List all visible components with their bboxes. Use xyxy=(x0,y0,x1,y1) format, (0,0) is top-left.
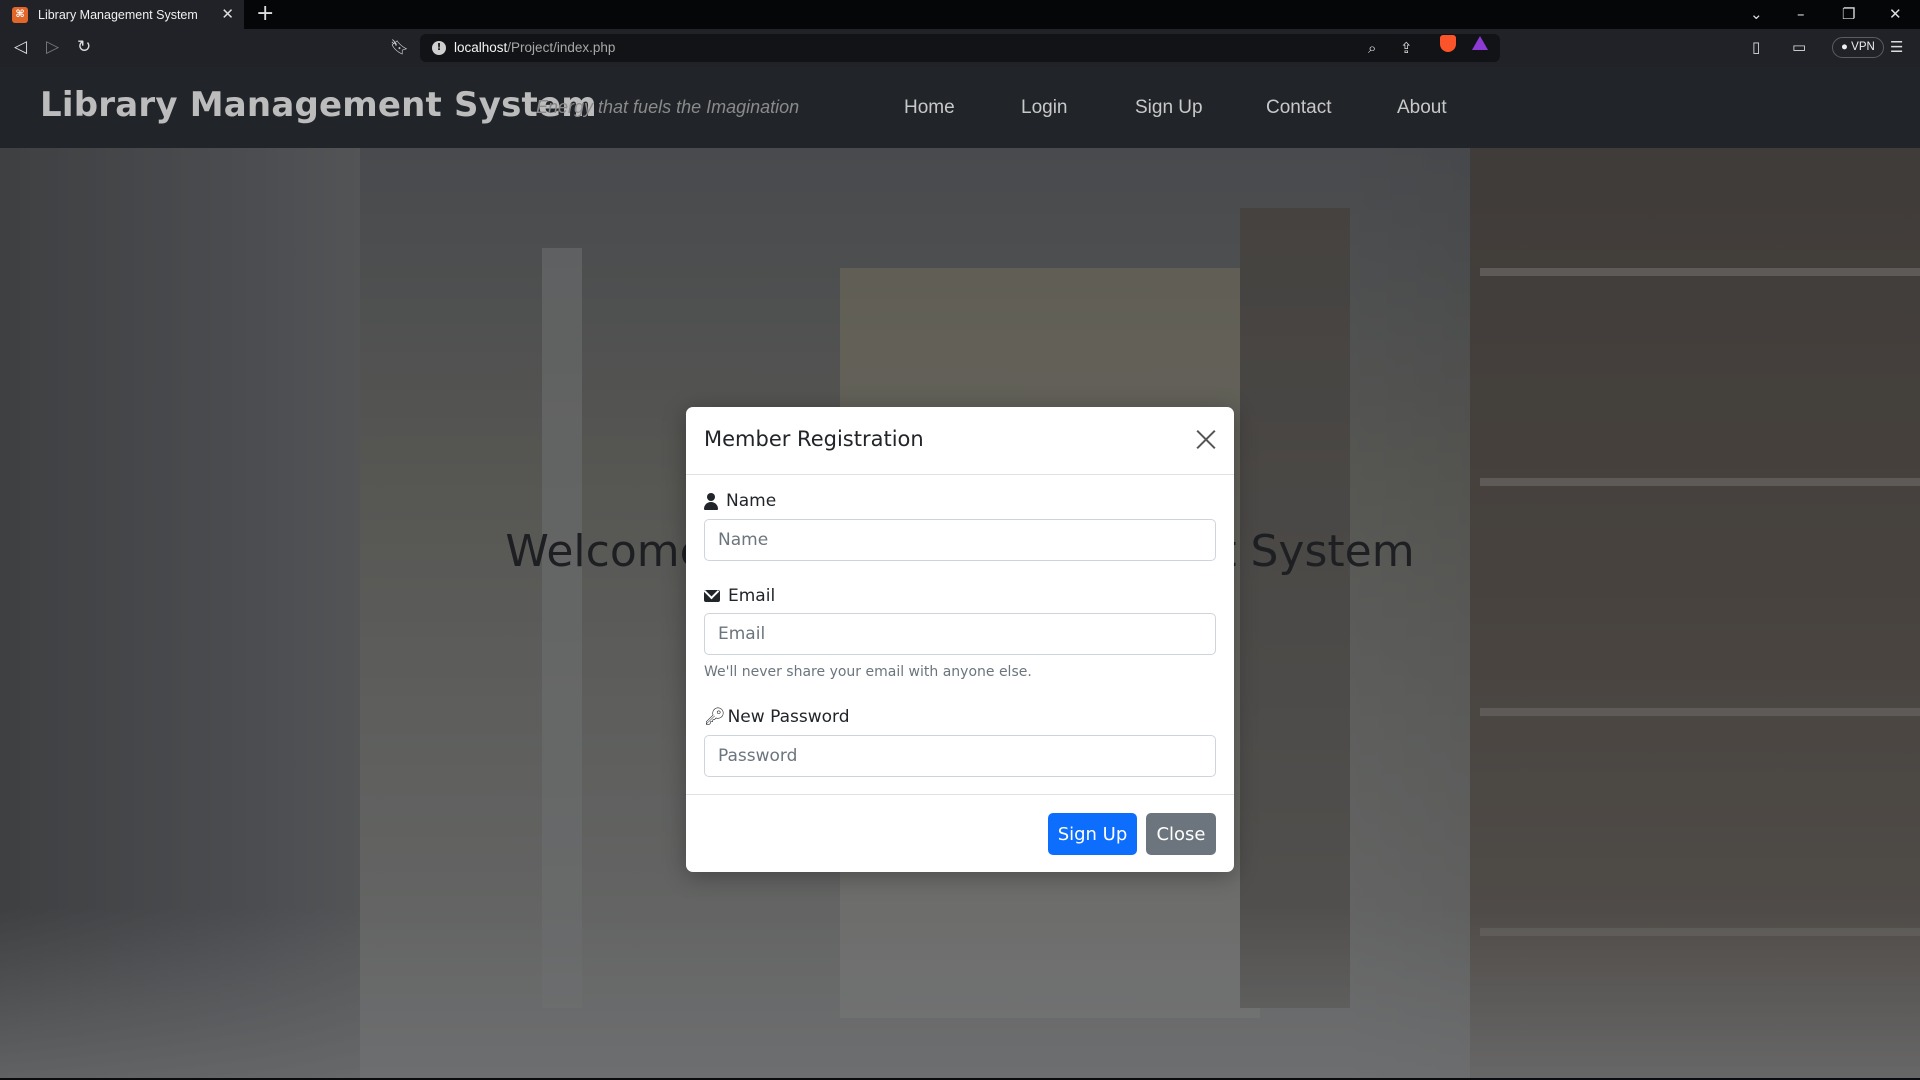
site-navbar: Library Management System Energy that fu… xyxy=(0,67,1920,148)
browser-tab[interactable]: ⌘ Library Management System ✕ xyxy=(0,0,244,29)
nav-login[interactable]: Login xyxy=(1021,97,1068,119)
nav-home[interactable]: Home xyxy=(904,97,955,119)
name-label: Name xyxy=(704,491,776,511)
url-text[interactable]: localhost/Project/index.php xyxy=(454,40,615,55)
nav-about[interactable]: About xyxy=(1397,97,1447,119)
nav-signup[interactable]: Sign Up xyxy=(1135,97,1203,119)
forward-button[interactable]: ▷ xyxy=(46,37,59,57)
password-label: 🔑︎ New Password xyxy=(704,707,849,727)
back-button[interactable]: ◁ xyxy=(14,37,27,57)
email-help-text: We'll never share your email with anyone… xyxy=(704,664,1032,680)
email-label-text: Email xyxy=(728,586,776,606)
signup-button[interactable]: Sign Up xyxy=(1048,813,1137,855)
address-bar[interactable]: ! localhost/Project/index.php ⌕ ⇪ xyxy=(420,34,1500,62)
site-info-icon[interactable]: ! xyxy=(432,41,446,55)
close-button[interactable]: Close xyxy=(1146,813,1216,855)
modal-footer: Sign Up Close xyxy=(686,794,1234,872)
brave-shields-icon[interactable] xyxy=(1440,35,1456,52)
close-icon[interactable] xyxy=(1194,427,1218,451)
site-brand[interactable]: Library Management System xyxy=(40,85,597,125)
browser-tabbar: ⌘ Library Management System ✕ + ⌄ – ❐ ✕ xyxy=(0,0,1920,29)
name-input[interactable] xyxy=(704,519,1216,561)
site-favicon-icon: ⌘ xyxy=(12,6,28,23)
share-icon[interactable]: ⇪ xyxy=(1400,38,1413,58)
modal-header: Member Registration xyxy=(686,407,1234,475)
restore-button[interactable]: ❐ xyxy=(1842,4,1855,24)
email-input[interactable] xyxy=(704,613,1216,655)
sidebar-toggle-icon[interactable]: ▯ xyxy=(1752,37,1760,57)
user-icon xyxy=(704,492,718,510)
browser-toolbar: ◁ ▷ ↻ 🔖︎ ! localhost/Project/index.php ⌕… xyxy=(0,29,1920,67)
brave-rewards-icon[interactable] xyxy=(1472,36,1488,50)
bookmark-icon[interactable]: 🔖︎ xyxy=(390,37,409,57)
email-label: Email xyxy=(704,586,775,606)
name-label-text: Name xyxy=(726,491,777,511)
site-tagline: Energy that fuels the Imagination xyxy=(536,97,800,117)
page: Library Management System Energy that fu… xyxy=(0,67,1920,1080)
nav-contact[interactable]: Contact xyxy=(1266,97,1331,119)
close-window-button[interactable]: ✕ xyxy=(1889,4,1902,24)
menu-icon[interactable]: ☰ xyxy=(1890,37,1903,57)
vpn-button[interactable]: ● VPN xyxy=(1832,37,1884,58)
reload-button[interactable]: ↻ xyxy=(77,37,91,57)
new-tab-button[interactable]: + xyxy=(256,3,274,25)
tab-list-chevron-icon[interactable]: ⌄ xyxy=(1750,4,1763,24)
tab-close-icon[interactable]: ✕ xyxy=(221,6,234,22)
password-label-text: New Password xyxy=(727,707,850,727)
modal-title: Member Registration xyxy=(704,427,924,451)
minimize-button[interactable]: – xyxy=(1797,4,1805,24)
password-input[interactable] xyxy=(704,735,1216,777)
envelope-icon xyxy=(704,590,720,602)
registration-modal: Member Registration Name Email We'll nev… xyxy=(686,407,1234,872)
wallet-icon[interactable]: ▭ xyxy=(1792,37,1806,57)
key-icon: 🔑︎ xyxy=(704,707,726,727)
zoom-icon[interactable]: ⌕ xyxy=(1368,38,1376,58)
tab-title: Library Management System xyxy=(38,7,198,22)
